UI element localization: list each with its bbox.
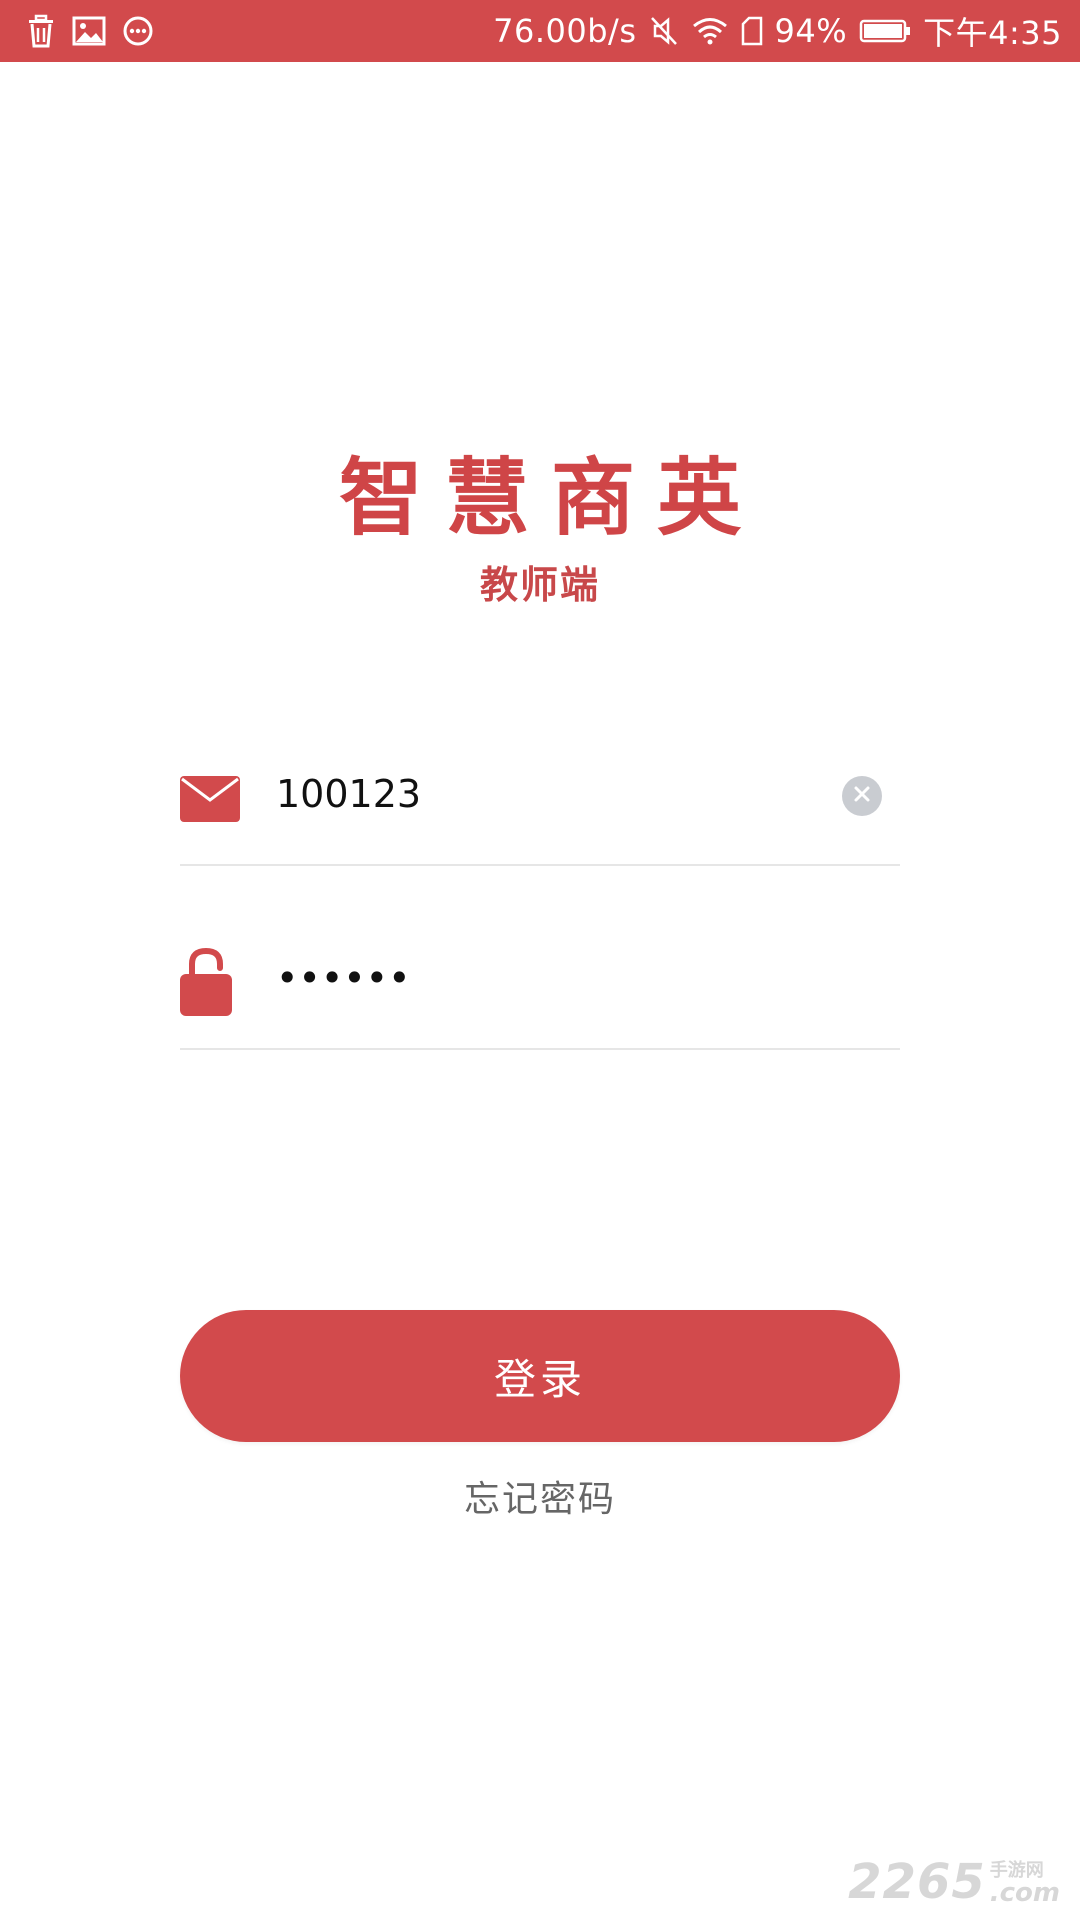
sim-icon — [741, 16, 763, 46]
battery-percent: 94% — [774, 12, 848, 50]
app-title: 智慧商英 — [338, 449, 763, 547]
username-input[interactable] — [276, 764, 796, 824]
password-input[interactable] — [276, 948, 796, 1008]
clear-username-button[interactable] — [842, 776, 882, 816]
status-left-icons — [26, 13, 154, 49]
watermark-stack: 手游网 .com — [989, 1862, 1060, 1908]
status-bar: 76.00b/s 94% 下午4:35 — [0, 0, 1080, 62]
watermark-main: 2265 — [848, 1854, 986, 1910]
more-circle-icon — [122, 15, 154, 47]
close-icon — [853, 785, 871, 807]
watermark-logo: 2265 手游网 .com — [848, 1858, 1060, 1906]
envelope-icon — [180, 776, 240, 826]
lock-icon — [180, 946, 232, 1020]
net-speed: 76.00b/s — [493, 12, 637, 50]
watermark-dotcom: .com — [989, 1878, 1060, 1908]
trash-icon — [26, 14, 56, 48]
battery-icon — [859, 18, 911, 44]
status-right: 76.00b/s 94% 下午4:35 — [493, 0, 1062, 62]
clock: 下午4:35 — [923, 14, 1062, 52]
image-icon — [72, 16, 106, 46]
username-field-row — [180, 744, 900, 866]
forgot-password-link[interactable]: 忘记密码 — [0, 1470, 1080, 1522]
mute-icon — [649, 15, 679, 47]
login-button[interactable]: 登录 — [180, 1310, 900, 1442]
app-subtitle: 教师端 — [479, 563, 600, 607]
password-field-row — [180, 928, 900, 1050]
wifi-icon — [691, 16, 729, 46]
